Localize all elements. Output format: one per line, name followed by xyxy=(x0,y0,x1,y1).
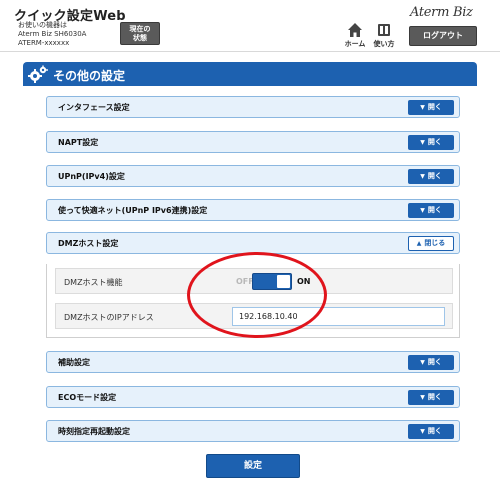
section-label: 補助設定 xyxy=(58,358,90,367)
expand-button[interactable]: ▼ 開く xyxy=(408,424,454,439)
dmz-ip-row: DMZホストのIPアドレス xyxy=(55,303,453,329)
section-napt[interactable]: NAPT設定 ▼ 開く xyxy=(46,131,460,153)
expand-button[interactable]: ▼ 開く xyxy=(408,100,454,115)
section-label: ECOモード設定 xyxy=(58,393,117,402)
expand-button-label: 開く xyxy=(427,393,442,401)
chevron-down-icon: ▼ xyxy=(420,139,425,146)
collapse-button[interactable]: ▲ 閉じる xyxy=(408,236,454,251)
brand-logo: Aterm Biz xyxy=(410,5,473,20)
collapse-button-label: 閉じる xyxy=(424,239,446,247)
expand-button-label: 開く xyxy=(427,138,442,146)
section-eco-mode[interactable]: ECOモード設定 ▼ 開く xyxy=(46,386,460,408)
expand-button[interactable]: ▼ 開く xyxy=(408,135,454,150)
expand-button-label: 開く xyxy=(427,103,442,111)
device-name: ATERM-xxxxxx xyxy=(18,39,70,47)
current-status-button[interactable]: 現在の 状態 xyxy=(120,22,160,45)
expand-button-label: 開く xyxy=(427,172,442,180)
dmz-ip-input[interactable] xyxy=(232,307,445,326)
chevron-up-icon: ▲ xyxy=(416,240,422,247)
dmz-panel: DMZホスト機能 OFF ON DMZホストのIPアドレス xyxy=(46,264,460,338)
help-label: 使い方 xyxy=(373,40,395,48)
dmz-ip-label: DMZホストのIPアドレス xyxy=(64,313,154,322)
on-label: ON xyxy=(297,277,311,286)
logout-button[interactable]: ログアウト xyxy=(409,26,477,46)
toggle-knob xyxy=(277,275,290,288)
status-button-line1: 現在の xyxy=(129,25,151,33)
chevron-down-icon: ▼ xyxy=(420,173,425,180)
expand-button[interactable]: ▼ 開く xyxy=(408,390,454,405)
section-label: インタフェース設定 xyxy=(58,103,130,112)
page-title: その他の設定 xyxy=(53,69,126,83)
device-model: Aterm Biz SH6030A xyxy=(18,30,87,38)
status-button-line2: 状態 xyxy=(133,34,147,42)
dmz-toggle[interactable] xyxy=(252,273,292,290)
chevron-down-icon: ▼ xyxy=(420,207,425,214)
section-interface[interactable]: インタフェース設定 ▼ 開く xyxy=(46,96,460,118)
expand-button[interactable]: ▼ 開く xyxy=(408,169,454,184)
section-label: NAPT設定 xyxy=(58,138,99,147)
section-scheduled-reboot[interactable]: 時刻指定再起動設定 ▼ 開く xyxy=(46,420,460,442)
device-info: お使いの機器は Aterm Biz SH6030A ATERM-xxxxxx xyxy=(18,21,86,48)
chevron-down-icon: ▼ xyxy=(420,428,425,435)
chevron-down-icon: ▼ xyxy=(420,104,425,111)
expand-button[interactable]: ▼ 開く xyxy=(408,203,454,218)
home-label: ホーム xyxy=(344,40,366,48)
section-upnp-ipv6[interactable]: 使って快適ネット(UPnP IPv6連携)設定 ▼ 開く xyxy=(46,199,460,221)
section-label: DMZホスト設定 xyxy=(58,239,119,248)
section-auxiliary[interactable]: 補助設定 ▼ 開く xyxy=(46,351,460,373)
chevron-down-icon: ▼ xyxy=(420,394,425,401)
section-upnp-ipv4[interactable]: UPnP(IPv4)設定 ▼ 開く xyxy=(46,165,460,187)
section-label: UPnP(IPv4)設定 xyxy=(58,172,125,181)
section-dmz-host[interactable]: DMZホスト設定 ▲ 閉じる xyxy=(46,232,460,254)
expand-button-label: 開く xyxy=(427,358,442,366)
dmz-function-row: DMZホスト機能 OFF ON xyxy=(55,268,453,294)
chevron-down-icon: ▼ xyxy=(420,359,425,366)
book-icon xyxy=(378,24,390,36)
section-label: 使って快適ネット(UPnP IPv6連携)設定 xyxy=(58,206,208,215)
page-title-bar: その他の設定 xyxy=(23,62,477,86)
section-label: 時刻指定再起動設定 xyxy=(58,427,130,436)
submit-button[interactable]: 設定 xyxy=(206,454,300,478)
gear-icon xyxy=(28,65,48,83)
header: クイック設定Web お使いの機器は Aterm Biz SH6030A ATER… xyxy=(0,0,500,52)
home-icon xyxy=(348,23,362,37)
device-info-line: お使いの機器は xyxy=(18,21,67,29)
dmz-function-label: DMZホスト機能 xyxy=(64,278,123,287)
home-button[interactable]: ホーム xyxy=(343,22,367,50)
help-button[interactable]: 使い方 xyxy=(371,22,397,50)
expand-button-label: 開く xyxy=(427,427,442,435)
expand-button-label: 開く xyxy=(427,206,442,214)
expand-button[interactable]: ▼ 開く xyxy=(408,355,454,370)
